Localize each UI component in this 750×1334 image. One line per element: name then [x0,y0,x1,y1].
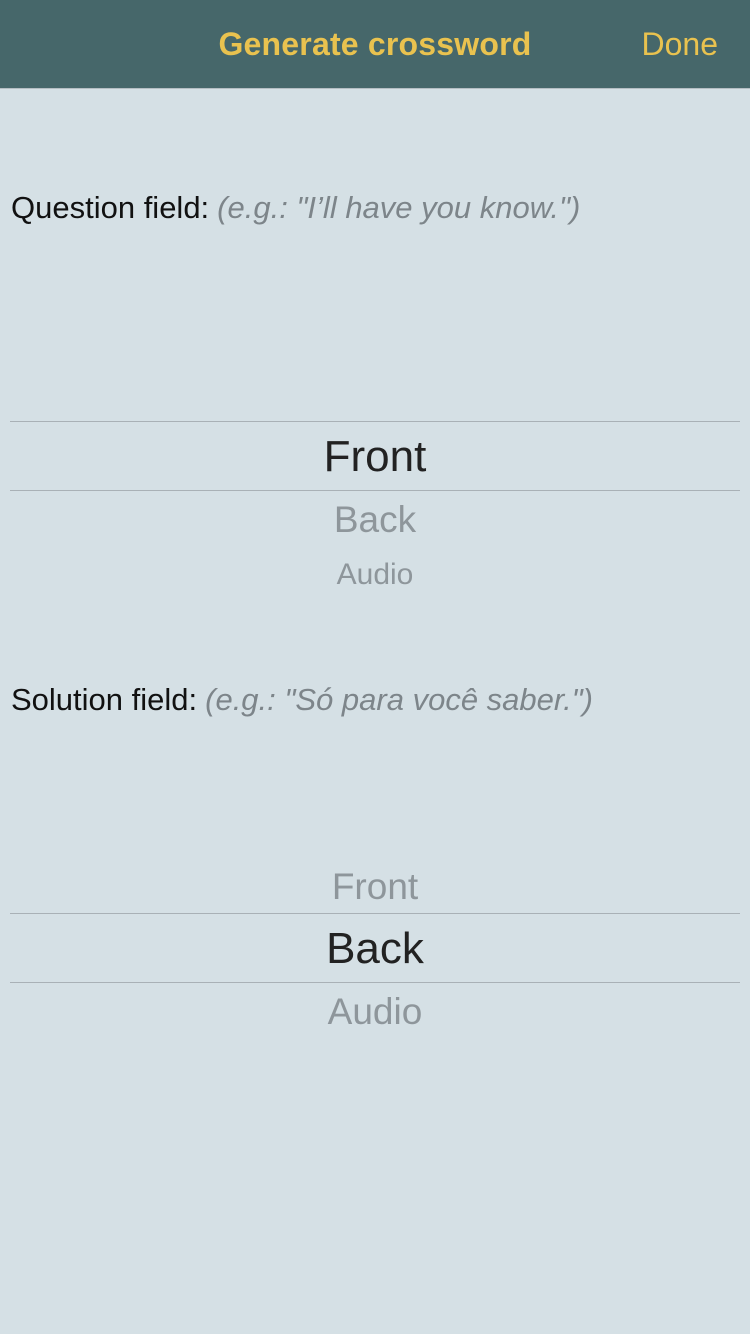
solution-option-front[interactable]: Front [10,866,740,908]
question-field-picker[interactable]: Front Back Audio [10,330,740,610]
question-option-back[interactable]: Back [10,499,740,541]
picker-selection-top-line [10,913,740,914]
question-option-audio[interactable]: Audio [10,558,740,592]
picker-selection-bottom-line [10,982,740,983]
done-button[interactable]: Done [642,26,719,63]
solution-option-back[interactable]: Back [10,924,740,974]
question-field-label: Question field: [11,190,210,225]
question-field-hint: (e.g.: "I’ll have you know.") [217,190,581,225]
question-option-front[interactable]: Front [10,432,740,482]
solution-option-audio[interactable]: Audio [10,991,740,1033]
solution-field-hint: (e.g.: "Só para você saber.") [205,682,594,717]
solution-field-label: Solution field: [11,682,198,717]
picker-selection-bottom-line [10,490,740,491]
page-title: Generate crossword [218,26,532,62]
question-field-row: Question field: (e.g.: "I’ll have you kno… [11,190,580,226]
navigation-bar: Generate crossword Done [0,0,750,88]
solution-field-row: Solution field: (e.g.: "Só para você sabe… [11,682,593,718]
picker-selection-top-line [10,421,740,422]
solution-field-picker[interactable]: Front Back Audio [10,820,740,1080]
